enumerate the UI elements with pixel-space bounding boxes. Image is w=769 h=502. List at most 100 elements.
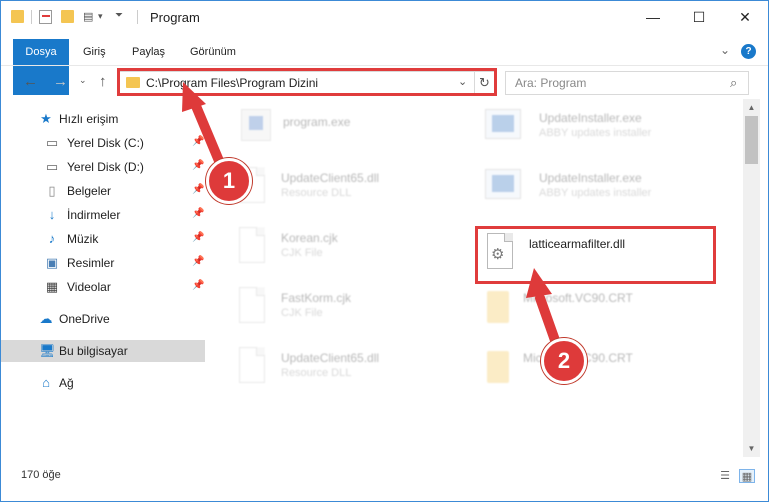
installer-icon <box>483 105 521 149</box>
sidebar-item-label: İndirmeler <box>67 208 121 222</box>
list-item[interactable]: UpdateInstaller.exe ABBY updates install… <box>483 105 723 161</box>
document-icon: ▯ <box>48 183 56 198</box>
computer-icon: 🖥 <box>39 343 56 358</box>
pin-icon[interactable]: 📌 <box>192 256 204 267</box>
new-folder-icon[interactable] <box>61 10 77 24</box>
up-arrow-icon[interactable]: ↑ <box>99 73 107 90</box>
large-icons-view-icon[interactable]: ▦ <box>739 469 755 483</box>
cjk-file-icon <box>235 285 271 329</box>
file-name: FastKorm.cjk <box>281 291 352 305</box>
exe-icon <box>237 105 273 149</box>
sidebar-item-label: Yerel Disk (C:) <box>67 136 144 150</box>
cjk-file-icon <box>235 225 271 269</box>
sidebar-item-music[interactable]: ♪ Müzik 📌 <box>1 228 205 250</box>
sidebar-item-documents[interactable]: ▯ Belgeler 📌 <box>1 180 205 202</box>
item-count: 170 öğe <box>21 469 61 481</box>
sidebar-item-label: Ağ <box>59 376 74 390</box>
status-bar: 170 öğe ☰ ▦ <box>1 459 768 501</box>
file-description: ABBY updates installer <box>539 127 652 139</box>
picture-icon: ▣ <box>45 255 59 270</box>
list-item[interactable]: UpdateClient65.dll Resource DLL <box>235 165 475 221</box>
file-highlight-box <box>475 226 716 284</box>
title-bar: ▤ ▾ ⏷ Program — ☐ ✕ <box>1 1 768 33</box>
sidebar-item-quick-access[interactable]: ★ Hızlı erişim <box>1 108 205 130</box>
sidebar-item-onedrive[interactable]: ☁ OneDrive <box>1 308 205 330</box>
sidebar-item-label: Videolar <box>67 280 111 294</box>
step-badge-1: 1 <box>206 158 252 204</box>
sidebar-item-label: Hızlı erişim <box>59 112 119 126</box>
cloud-icon: ☁ <box>39 311 53 326</box>
step-badge-2: 2 <box>541 338 587 384</box>
sidebar-item-label: Bu bilgisayar <box>59 344 128 358</box>
sidebar-item-videos[interactable]: ▦ Videolar 📌 <box>1 276 205 298</box>
pin-icon[interactable]: 📌 <box>192 232 204 243</box>
drive-icon: ▭ <box>45 159 59 174</box>
sidebar-item-label: Belgeler <box>67 184 112 198</box>
sidebar-item-pictures[interactable]: ▣ Resimler 📌 <box>1 252 205 274</box>
download-icon: ↓ <box>48 207 56 222</box>
pin-icon[interactable]: 📌 <box>192 184 204 195</box>
file-name: Korean.cjk <box>281 231 338 245</box>
list-item[interactable]: Microsoft.VC90.CRT <box>483 285 723 341</box>
video-icon: ▦ <box>45 279 59 294</box>
list-item[interactable]: FastKorm.cjk CJK File <box>235 285 475 341</box>
quick-access-toolbar-dropdown[interactable]: ⏷ <box>115 10 131 24</box>
window-title: Program <box>150 10 200 25</box>
file-description: CJK File <box>281 247 323 259</box>
sidebar-item-local-disk-d[interactable]: ▭ Yerel Disk (D:) 📌 <box>1 156 205 178</box>
folder-icon <box>483 285 519 329</box>
minimize-button[interactable]: — <box>630 1 676 33</box>
scroll-down-icon[interactable]: ▼ <box>743 440 760 457</box>
properties-icon[interactable] <box>39 10 55 24</box>
vertical-scrollbar[interactable]: ▲ ▼ <box>743 99 760 457</box>
star-icon: ★ <box>40 111 52 126</box>
pin-icon[interactable]: 📌 <box>192 136 204 147</box>
back-arrow-icon[interactable]: ← <box>23 73 38 90</box>
sidebar-item-local-disk-c[interactable]: ▭ Yerel Disk (C:) 📌 <box>1 132 205 154</box>
file-description: CJK File <box>281 307 323 319</box>
help-icon[interactable]: ? <box>741 44 756 59</box>
recent-locations-icon[interactable]: ⌄ <box>79 75 87 86</box>
file-name: UpdateInstaller.exe <box>539 171 642 185</box>
forward-arrow-icon[interactable]: → <box>53 73 68 90</box>
pin-icon[interactable]: 📌 <box>192 208 204 219</box>
file-name: UpdateInstaller.exe <box>539 111 642 125</box>
pin-icon[interactable]: 📌 <box>192 160 204 171</box>
sidebar-item-label: OneDrive <box>59 312 110 326</box>
list-item[interactable]: Microsoft.VC90.CRT <box>483 345 723 401</box>
tab-giris[interactable]: Giriş <box>83 39 106 65</box>
customize-quick-access-icon[interactable]: ▤ <box>83 10 99 24</box>
folder-icon <box>483 345 519 389</box>
expand-ribbon-icon[interactable]: ⌄ <box>720 43 730 57</box>
list-item[interactable]: UpdateInstaller.exe ABBY updates install… <box>483 165 723 221</box>
pin-icon[interactable]: 📌 <box>192 280 204 291</box>
list-item[interactable]: program.exe <box>237 105 477 161</box>
sidebar-item-label: Müzik <box>67 232 99 246</box>
sidebar-item-downloads[interactable]: ↓ İndirmeler 📌 <box>1 204 205 226</box>
sidebar-item-this-pc[interactable]: 🖥 Bu bilgisayar <box>1 340 205 362</box>
sidebar-item-label: Resimler <box>67 256 115 270</box>
search-icon[interactable]: ⌕ <box>730 75 737 91</box>
tab-gorunum[interactable]: Görünüm <box>190 39 236 65</box>
sidebar-item-label: Yerel Disk (D:) <box>67 160 144 174</box>
file-name: UpdateClient65.dll <box>281 351 380 365</box>
sidebar-item-network[interactable]: ⌂ Ağ <box>1 372 205 394</box>
details-view-icon[interactable]: ☰ <box>717 469 733 483</box>
close-button[interactable]: ✕ <box>722 1 768 33</box>
maximize-button[interactable]: ☐ <box>676 1 722 33</box>
address-highlight-box <box>117 68 497 96</box>
scroll-up-icon[interactable]: ▲ <box>743 99 760 116</box>
file-description: ABBY updates installer <box>539 187 652 199</box>
list-item[interactable]: UpdateClient65.dll Resource DLL <box>235 345 475 401</box>
tab-paylas[interactable]: Paylaş <box>132 39 165 65</box>
network-icon: ⌂ <box>42 375 50 390</box>
ribbon-tabs: Dosya Giriş Paylaş Görünüm ⌄ ? <box>1 39 768 95</box>
navigation-pane: ★ Hızlı erişim ▭ Yerel Disk (C:) 📌 ▭ Yer… <box>1 99 207 457</box>
file-name: program.exe <box>283 115 351 129</box>
file-name: Microsoft.VC90.CRT <box>523 291 633 305</box>
list-item[interactable]: Korean.cjk CJK File <box>235 225 475 281</box>
chevron-down-icon[interactable]: ▾ <box>98 11 114 25</box>
dll-file-icon <box>235 345 271 389</box>
scrollbar-thumb[interactable] <box>745 116 758 164</box>
search-input[interactable]: Ara: Program ⌕ <box>505 71 749 95</box>
